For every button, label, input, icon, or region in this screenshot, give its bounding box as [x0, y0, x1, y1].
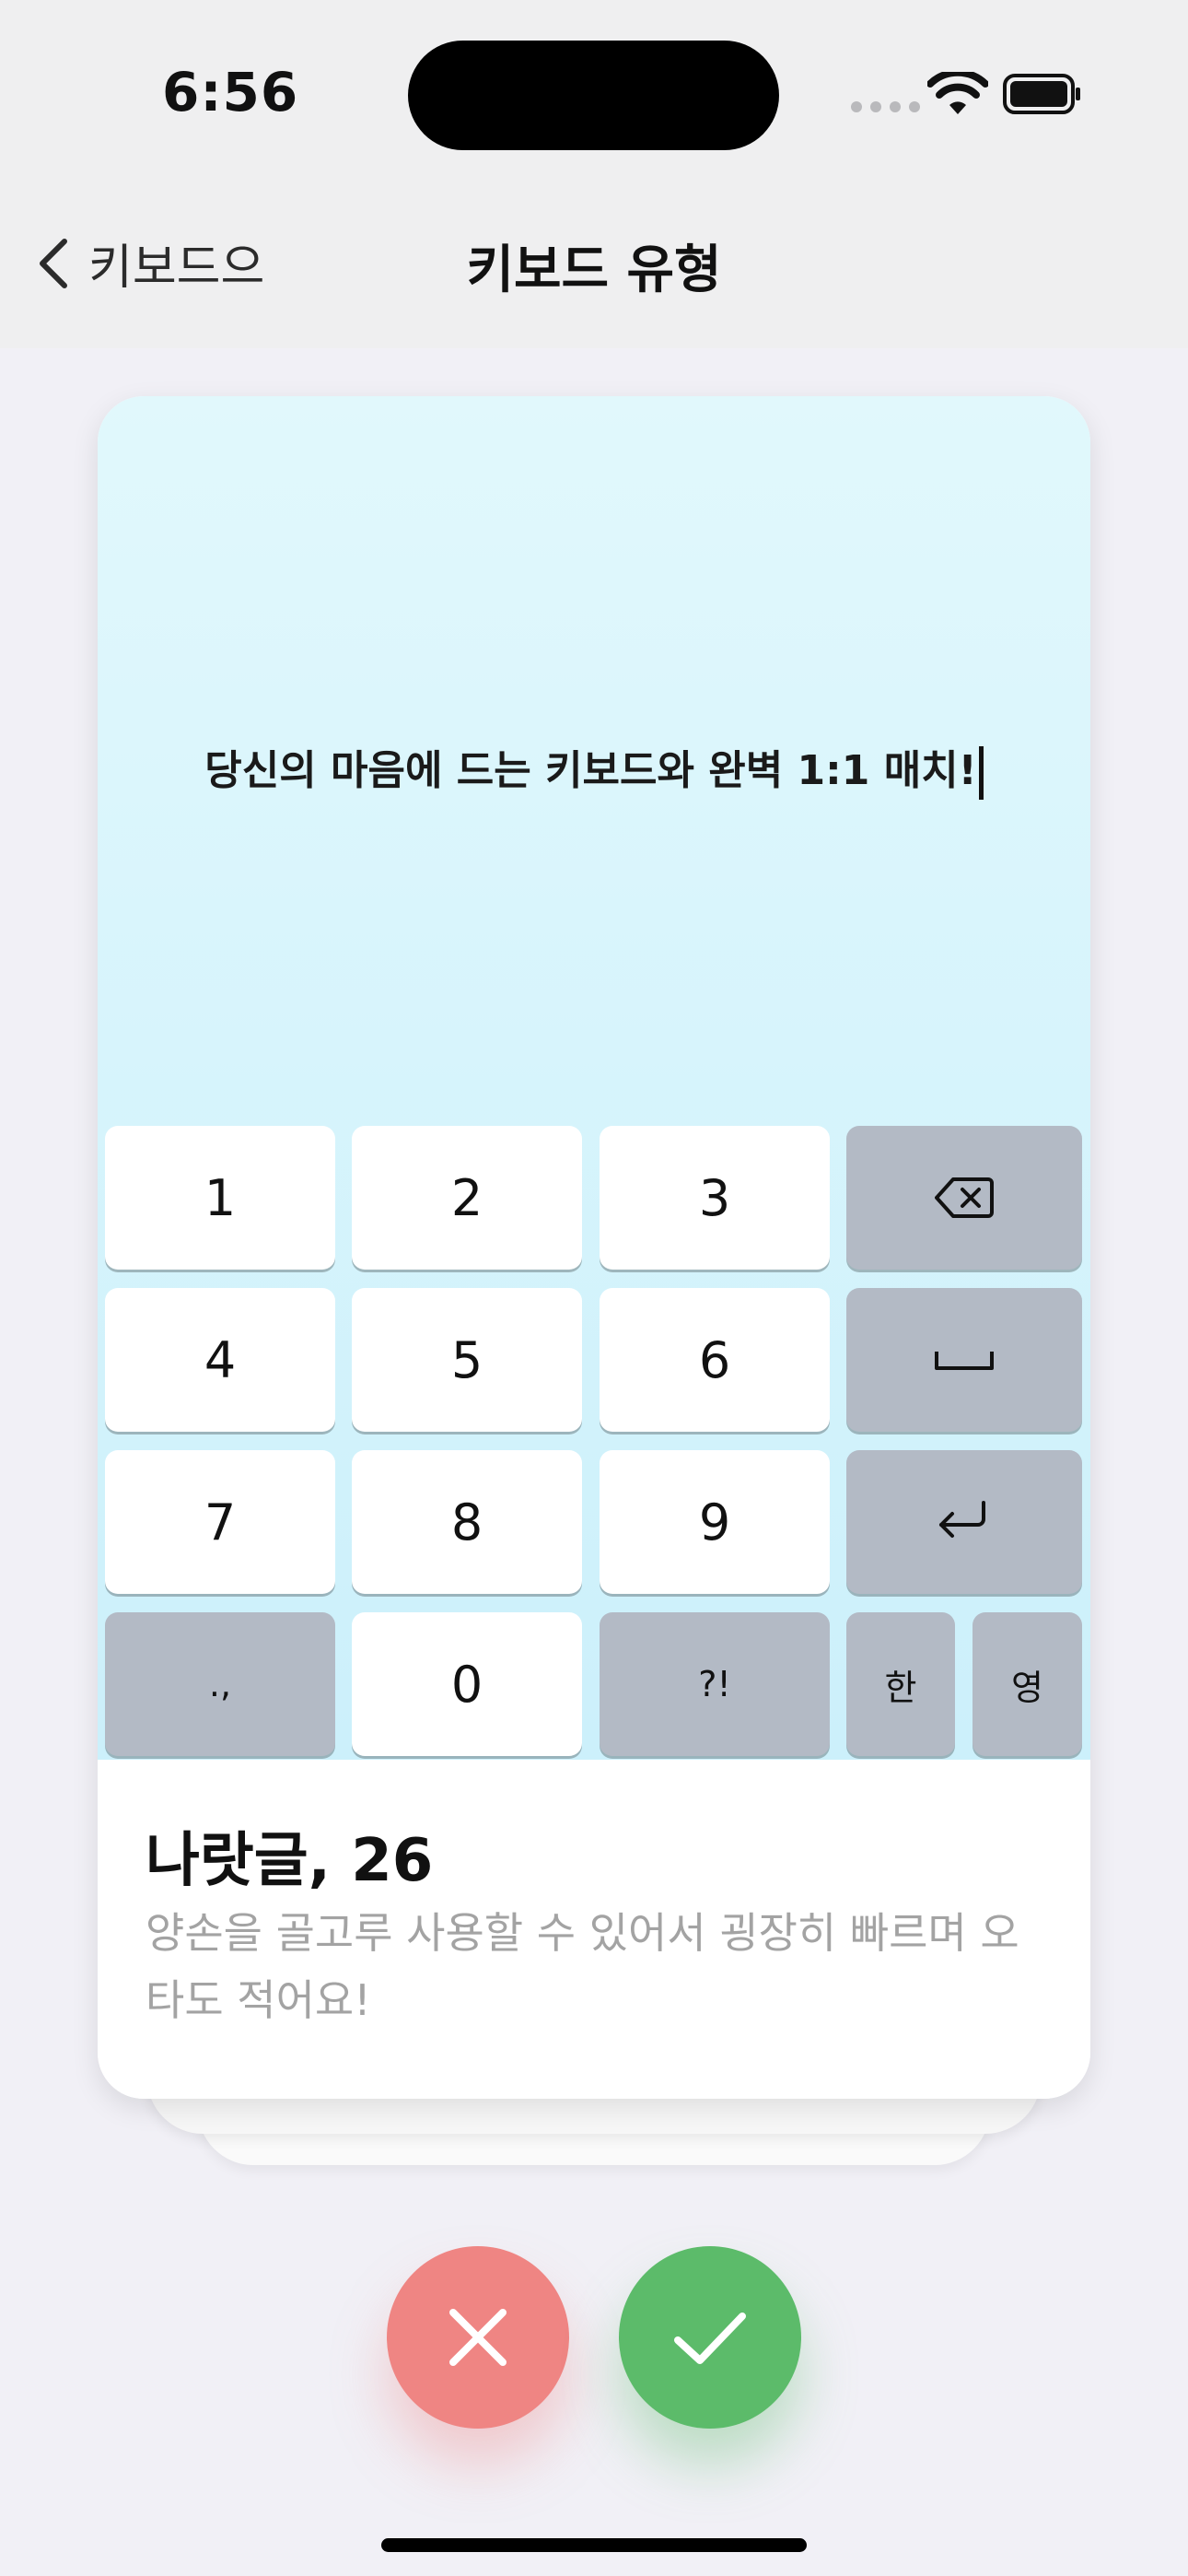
close-icon	[449, 2309, 507, 2366]
symbol-key[interactable]: ?!	[600, 1612, 830, 1756]
home-indicator	[381, 2538, 807, 2552]
wifi-icon	[927, 72, 988, 114]
key-3[interactable]: 3	[600, 1126, 830, 1270]
sample-text-line: 당신의 마음에 드는 키보드와 완벽 1:1 매치!	[98, 737, 1090, 800]
keyboard-name: 나랏글, 26	[146, 1827, 434, 1895]
accept-button[interactable]	[619, 2246, 801, 2429]
key-9[interactable]: 9	[600, 1450, 830, 1594]
dynamic-island	[408, 41, 779, 150]
key-8[interactable]: 8	[352, 1450, 582, 1594]
cellular-signal-icon	[851, 101, 920, 112]
checkmark-icon	[674, 2313, 746, 2364]
key-4[interactable]: 4	[105, 1288, 335, 1432]
punctuation-key[interactable]: .,	[105, 1612, 335, 1756]
english-key[interactable]: 영	[973, 1612, 1082, 1756]
page-title: 키보드 유형	[466, 240, 722, 300]
key-5[interactable]: 5	[352, 1288, 582, 1432]
sample-text: 당신의 마음에 드는 키보드와 완벽 1:1 매치!	[204, 747, 977, 794]
key-0[interactable]: 0	[352, 1612, 582, 1756]
keyboard-info: 나랏글, 26 양손을 골고루 사용할 수 있어서 굉장히 빠르며 오타도 적어…	[98, 1760, 1090, 2099]
key-1[interactable]: 1	[105, 1126, 335, 1270]
battery-icon	[1003, 74, 1080, 114]
reject-button[interactable]	[387, 2246, 569, 2429]
keyboard-card[interactable]: 당신의 마음에 드는 키보드와 완벽 1:1 매치! 1 2 3 4 5 6 7…	[98, 396, 1090, 2099]
return-key[interactable]	[846, 1450, 1082, 1594]
text-caret	[978, 746, 984, 800]
keyboard-preview: 당신의 마음에 드는 키보드와 완벽 1:1 매치! 1 2 3 4 5 6 7…	[98, 396, 1090, 1760]
korean-key[interactable]: 한	[846, 1612, 955, 1756]
status-time: 6:56	[162, 61, 299, 123]
key-7[interactable]: 7	[105, 1450, 335, 1594]
space-key[interactable]	[846, 1288, 1082, 1432]
key-2[interactable]: 2	[352, 1126, 582, 1270]
backspace-key[interactable]	[846, 1126, 1082, 1270]
backspace-icon	[935, 1177, 994, 1218]
space-icon	[935, 1352, 994, 1370]
return-icon	[939, 1501, 985, 1538]
top-bar: 6:56 키보드으 키보드 유형	[0, 0, 1188, 348]
keyboard-description: 양손을 골고루 사용할 수 있어서 굉장히 빠르며 오타도 적어요!	[146, 1908, 1019, 2025]
key-6[interactable]: 6	[600, 1288, 830, 1432]
